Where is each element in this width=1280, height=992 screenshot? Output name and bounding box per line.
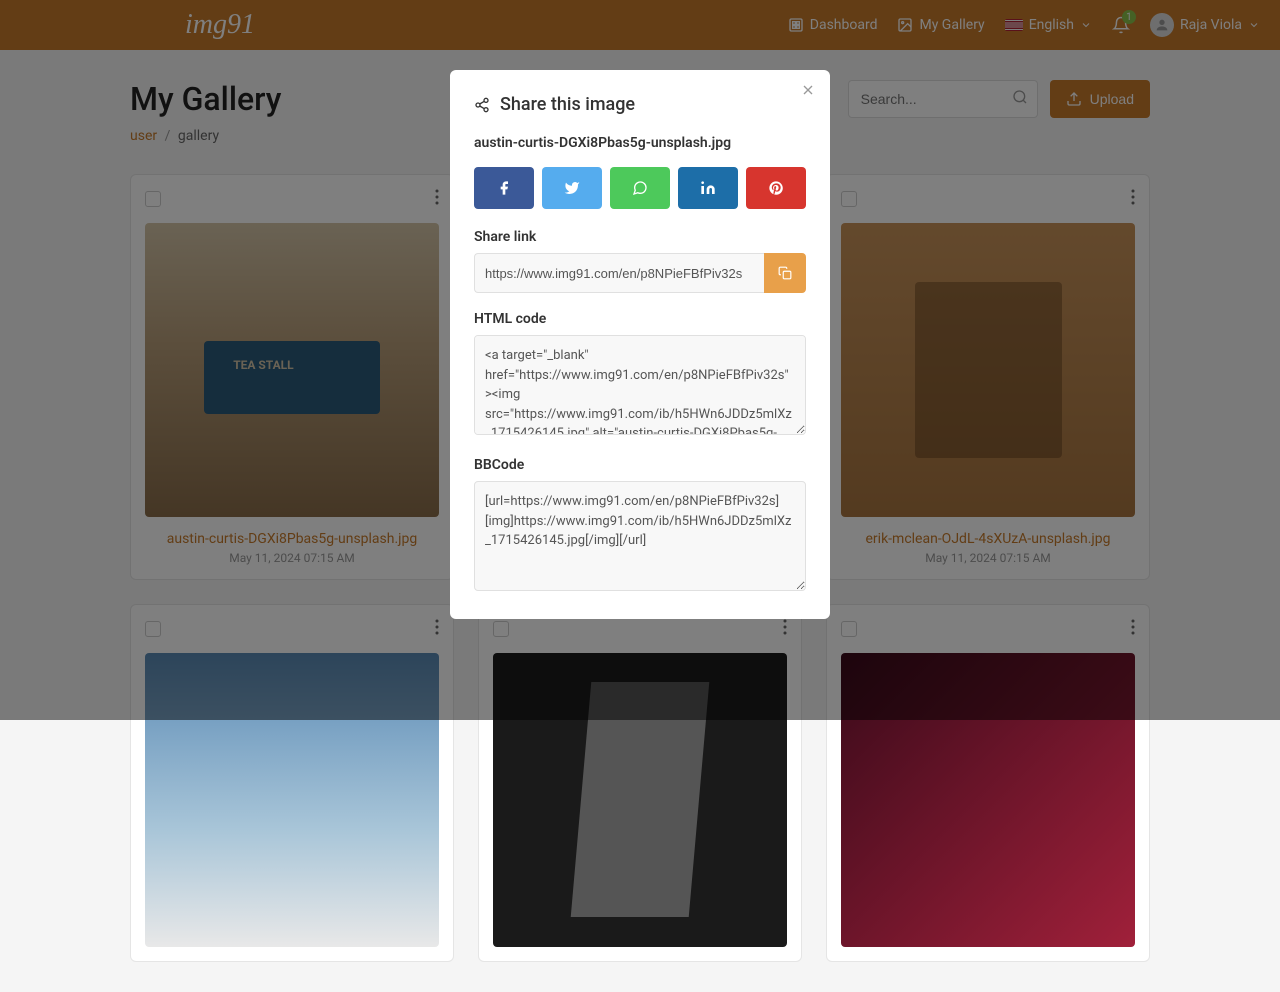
close-icon — [800, 82, 816, 98]
pinterest-button[interactable] — [746, 167, 806, 209]
whatsapp-button[interactable] — [610, 167, 670, 209]
share-modal: Share this image austin-curtis-DGXi8Pbas… — [450, 70, 830, 619]
linkedin-icon — [700, 180, 716, 196]
html-code-textarea[interactable] — [474, 335, 806, 435]
share-link-label: Share link — [474, 229, 806, 245]
facebook-icon — [496, 180, 512, 196]
share-link-input[interactable] — [474, 253, 764, 293]
modal-filename: austin-curtis-DGXi8Pbas5g-unsplash.jpg — [474, 135, 806, 151]
bbcode-label: BBCode — [474, 457, 806, 473]
linkedin-button[interactable] — [678, 167, 738, 209]
twitter-button[interactable] — [542, 167, 602, 209]
copy-icon — [778, 266, 792, 280]
share-icon — [474, 97, 490, 113]
facebook-button[interactable] — [474, 167, 534, 209]
modal-title: Share this image — [474, 94, 806, 115]
pinterest-icon — [768, 180, 784, 196]
html-code-label: HTML code — [474, 311, 806, 327]
modal-overlay[interactable]: Share this image austin-curtis-DGXi8Pbas… — [0, 0, 1280, 720]
whatsapp-icon — [632, 180, 648, 196]
copy-link-button[interactable] — [764, 253, 806, 293]
twitter-icon — [564, 180, 580, 196]
close-button[interactable] — [800, 82, 816, 103]
bbcode-textarea[interactable] — [474, 481, 806, 591]
social-buttons — [474, 167, 806, 209]
modal-title-text: Share this image — [500, 94, 635, 115]
